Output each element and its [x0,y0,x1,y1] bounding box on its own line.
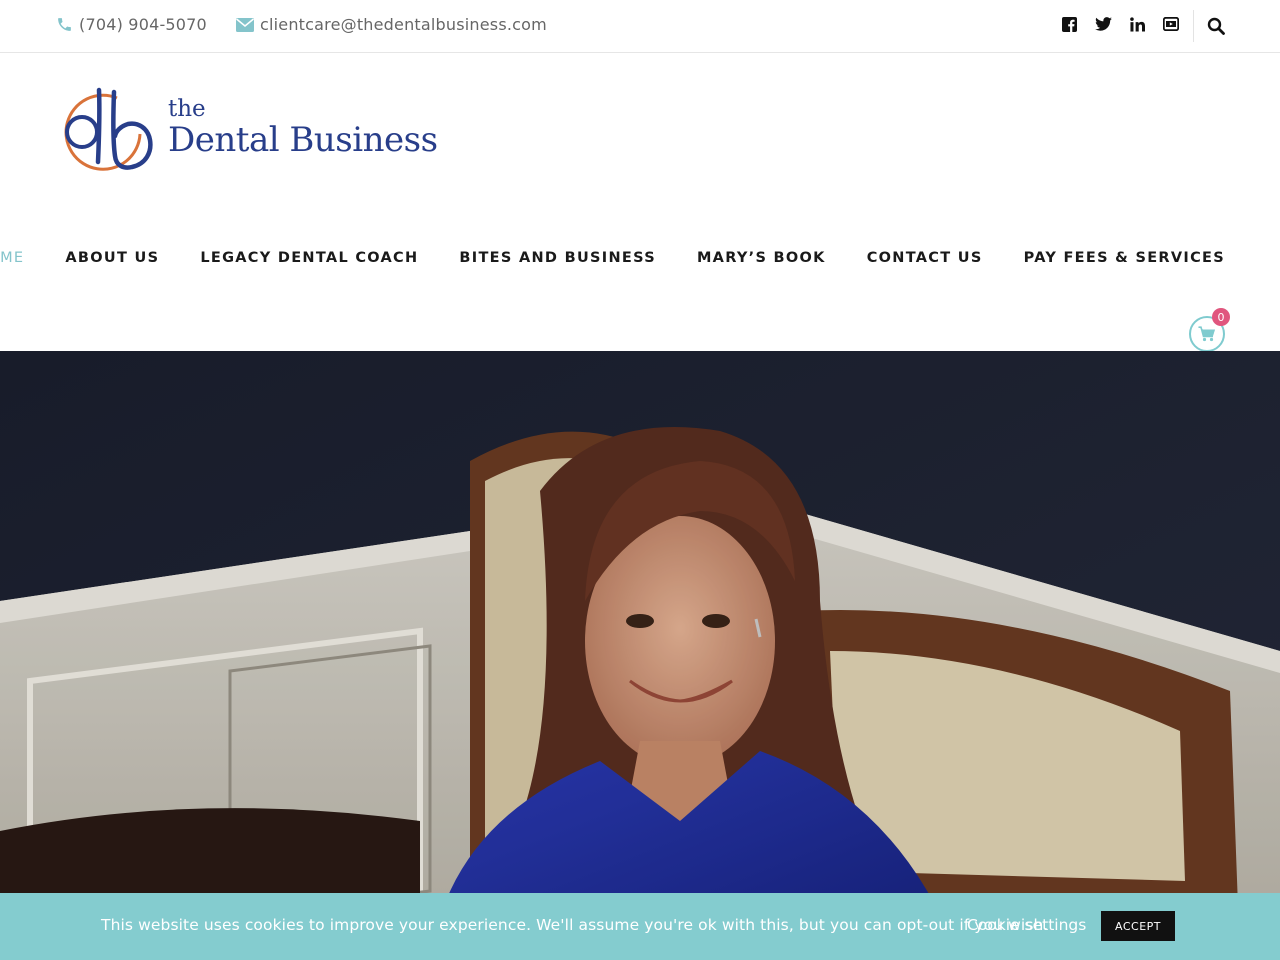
accept-button[interactable]: ACCEPT [1101,911,1175,941]
cookie-message: This website uses cookies to improve you… [101,916,1049,934]
cookie-banner: This website uses cookies to improve you… [0,893,1280,960]
logo-name: Dental Business [168,120,438,160]
main-nav: HOME ABOUT US LEGACY DENTAL COACH BITES … [0,250,1225,266]
envelope-icon [236,16,254,34]
cart-count-badge: 0 [1212,308,1230,326]
twitter-icon[interactable] [1094,15,1112,33]
cart-icon [1198,326,1215,342]
hero-image [0,351,1280,960]
nav-home[interactable]: HOME [0,250,24,266]
nav-legacy-dental-coach[interactable]: LEGACY DENTAL COACH [200,250,418,266]
phone-icon [55,16,73,34]
search-icon[interactable] [1207,17,1227,37]
nav-marys-book[interactable]: MARY’S BOOK [697,250,826,266]
top-bar: (704) 904-5070 clientcare@thedentalbusin… [0,0,1280,53]
email-contact[interactable]: clientcare@thedentalbusiness.com [236,15,547,34]
email-address: clientcare@thedentalbusiness.com [260,15,547,34]
logo-mark-icon [64,87,153,171]
nav-about-us[interactable]: ABOUT US [65,250,159,266]
social-links [1060,15,1180,33]
phone-contact[interactable]: (704) 904-5070 [55,15,207,34]
nav-contact-us[interactable]: CONTACT US [867,250,983,266]
cookie-settings-link[interactable]: Cookie settings [967,916,1086,934]
topbar-divider [1193,10,1194,42]
facebook-icon[interactable] [1060,15,1078,33]
site-logo[interactable]: the Dental Business [62,84,462,174]
youtube-icon[interactable] [1162,15,1180,33]
portrait-photo [0,351,1280,960]
nav-pay-fees-services[interactable]: PAY FEES & SERVICES [1024,250,1225,266]
phone-number: (704) 904-5070 [79,15,207,34]
logo-the: the [168,96,206,122]
nav-bites-and-business[interactable]: BITES AND BUSINESS [459,250,656,266]
linkedin-icon[interactable] [1128,15,1146,33]
